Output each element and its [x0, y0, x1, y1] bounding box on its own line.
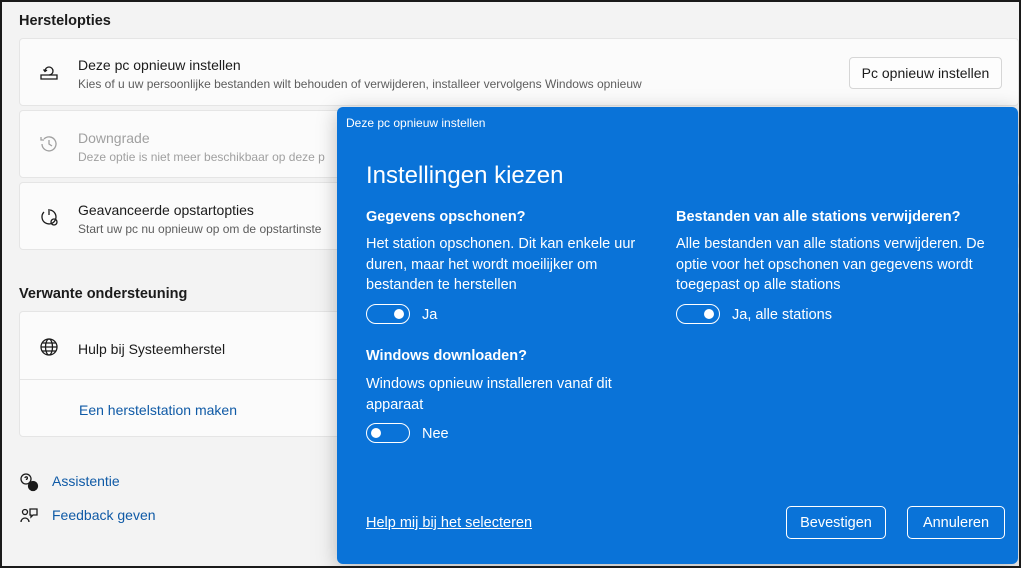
- section-title-recovery: Herstelopties: [19, 13, 111, 29]
- toggle-knob: [704, 308, 714, 319]
- assistance-link[interactable]: Assistentie: [52, 473, 120, 489]
- download-windows-toggle-label: Nee: [422, 426, 449, 442]
- history-icon: [38, 133, 60, 155]
- clean-data-description: Het station opschonen. Dit kan enkele uu…: [366, 236, 636, 293]
- dialog-heading: Instellingen kiezen: [366, 162, 564, 189]
- advanced-startup-subtitle: Start uw pc nu opnieuw op om de opstarti…: [78, 222, 322, 236]
- feedback-link[interactable]: Feedback geven: [52, 507, 156, 523]
- all-drives-heading: Bestanden van alle stations verwijderen?: [676, 209, 961, 225]
- section-title-related: Verwante ondersteuning: [19, 286, 188, 302]
- all-drives-description: Alle bestanden van alle stations verwijd…: [676, 236, 985, 293]
- assistance-icon: [19, 472, 39, 492]
- reset-pc-title: Deze pc opnieuw instellen: [78, 57, 241, 73]
- advanced-startup-title: Geavanceerde opstartopties: [78, 202, 254, 218]
- feedback-icon: [19, 506, 39, 526]
- all-drives-toggle[interactable]: [676, 304, 720, 324]
- clean-data-toggle-label: Ja: [422, 307, 438, 323]
- reset-pc-button[interactable]: Pc opnieuw instellen: [849, 57, 1002, 89]
- downgrade-title: Downgrade: [78, 130, 150, 146]
- download-windows-toggle[interactable]: [366, 423, 410, 443]
- card-reset-pc[interactable]: Deze pc opnieuw instellen Kies of u uw p…: [19, 38, 1019, 106]
- download-windows-heading: Windows downloaden?: [366, 348, 527, 364]
- clean-data-heading: Gegevens opschonen?: [366, 209, 526, 225]
- help-select-link[interactable]: Help mij bij het selecteren: [366, 515, 532, 531]
- dialog-titlebar: Deze pc opnieuw instellen: [346, 116, 486, 130]
- globe-icon: [38, 336, 60, 358]
- system-restore-help-title[interactable]: Hulp bij Systeemherstel: [78, 341, 225, 357]
- reset-pc-dialog: Deze pc opnieuw instellen Instellingen k…: [337, 107, 1018, 564]
- advanced-startup-icon: [38, 206, 60, 228]
- download-windows-description: Windows opnieuw installeren vanaf dit ap…: [366, 376, 612, 413]
- confirm-button[interactable]: Bevestigen: [786, 506, 886, 539]
- cancel-button[interactable]: Annuleren: [907, 506, 1005, 539]
- all-drives-toggle-label: Ja, alle stations: [732, 307, 832, 323]
- toggle-knob: [371, 427, 381, 438]
- reset-pc-subtitle: Kies of u uw persoonlijke bestanden wilt…: [78, 77, 642, 91]
- toggle-knob: [394, 308, 404, 319]
- create-recovery-drive-link[interactable]: Een herstelstation maken: [79, 402, 237, 418]
- clean-data-toggle[interactable]: [366, 304, 410, 324]
- reset-pc-icon: [38, 61, 60, 83]
- downgrade-subtitle: Deze optie is niet meer beschikbaar op d…: [78, 150, 325, 164]
